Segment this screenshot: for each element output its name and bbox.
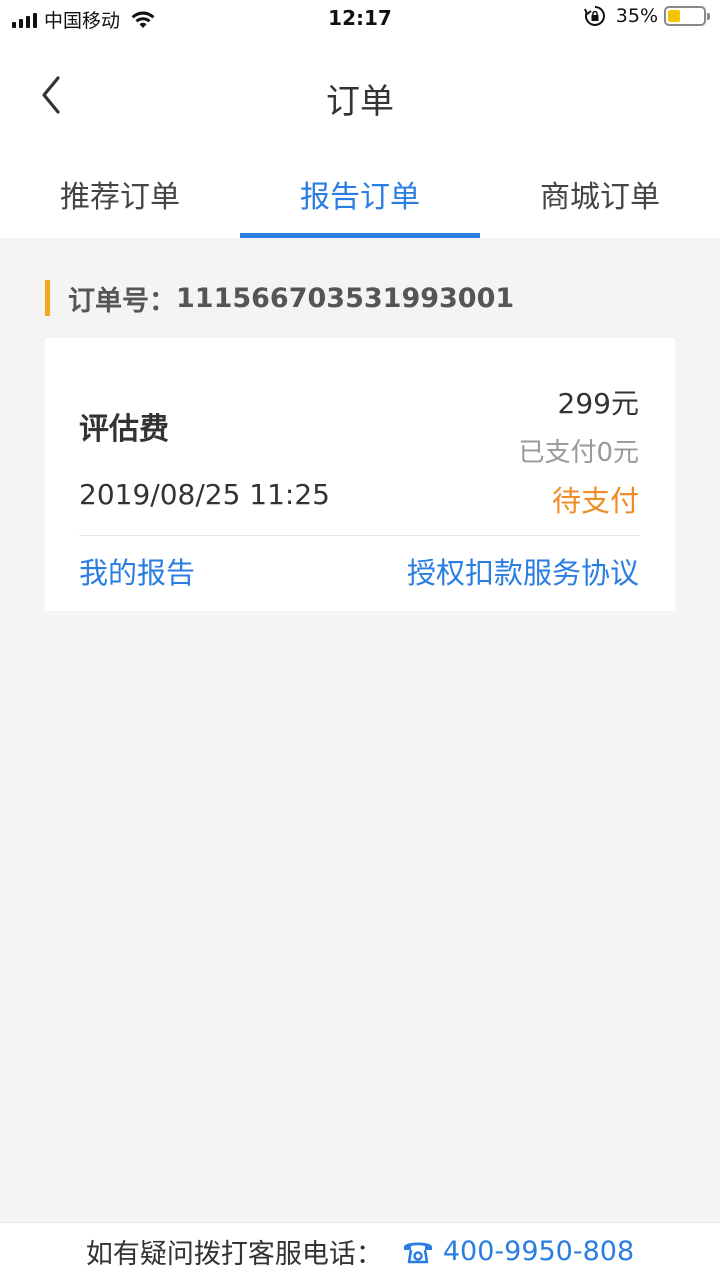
battery-fill — [668, 10, 680, 22]
order-card: 评估费 299元 已支付0元 2019/08/25 11:25 待支付 我的报告… — [45, 338, 675, 611]
card-divider — [79, 535, 639, 536]
rotation-lock-icon — [583, 6, 605, 26]
support-text: 如有疑问拨打客服电话： — [85, 1239, 383, 1270]
status-right: 35% — [583, 5, 710, 27]
order-header: 订单号： 111566703531993001 — [45, 280, 515, 317]
item-name: 评估费 — [79, 412, 169, 447]
tab-bar: 推荐订单 报告订单 商城订单 — [0, 152, 720, 238]
my-report-link[interactable]: 我的报告 — [79, 550, 195, 592]
order-number-label: 订单号： — [68, 285, 176, 317]
status-bar: 中国移动 12:17 35% — [0, 0, 720, 40]
tab-recommended-orders[interactable]: 推荐订单 — [0, 152, 240, 238]
tab-report-orders[interactable]: 报告订单 — [240, 152, 480, 238]
order-price: 299元 — [557, 387, 639, 420]
battery-percent: 35% — [615, 5, 658, 27]
tab-mall-orders[interactable]: 商城订单 — [480, 152, 720, 238]
telephone-icon[interactable] — [401, 1237, 435, 1267]
page-title: 订单 — [326, 82, 394, 122]
support-footer: 如有疑问拨打客服电话： 400-9950-808 — [0, 1222, 720, 1280]
order-accent-bar — [45, 280, 50, 316]
paid-amount: 已支付0元 — [518, 438, 639, 468]
order-status-pending[interactable]: 待支付 — [552, 478, 639, 520]
support-phone-number[interactable]: 400-9950-808 — [443, 1236, 634, 1267]
battery-icon — [664, 6, 710, 26]
order-date: 2019/08/25 11:25 — [79, 478, 330, 511]
nav-bar: 订单 — [0, 40, 720, 152]
order-screen: 中国移动 12:17 35% 订单 推荐订单 报告订单 商城订单 订单号： 11… — [0, 0, 720, 1280]
order-number: 111566703531993001 — [176, 282, 515, 314]
agreement-link[interactable]: 授权扣款服务协议 — [407, 550, 639, 592]
